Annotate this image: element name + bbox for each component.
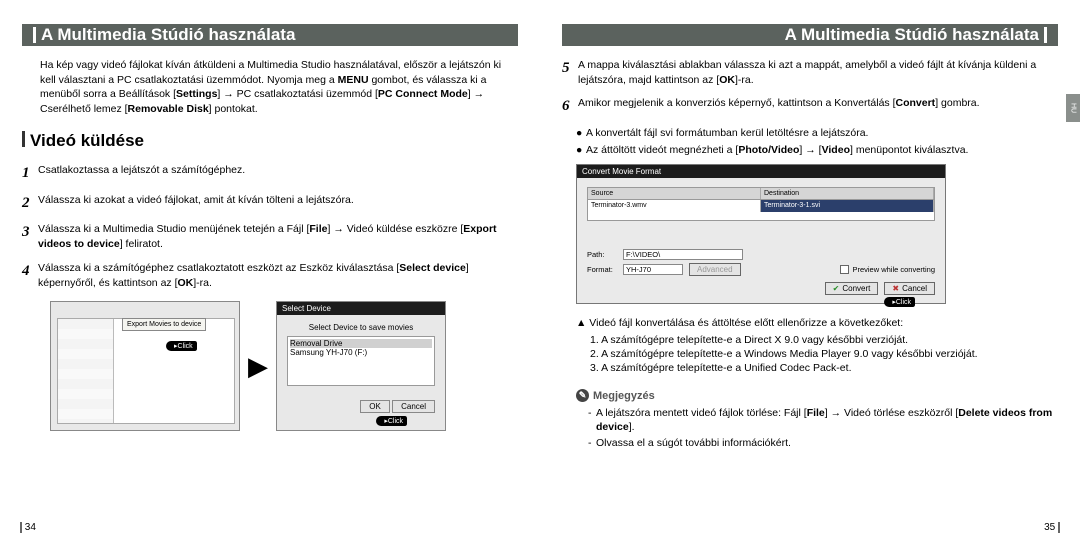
header-bar-icon bbox=[1044, 27, 1047, 43]
convert-button: ✔Convert bbox=[825, 282, 879, 295]
bullet-text: Az áttöltött videót megnézheti a [Photo/… bbox=[586, 143, 968, 158]
step-3: 3 Válassza ki a Multimedia Studio menüjé… bbox=[22, 222, 518, 252]
step-2: 2 Válassza ki azokat a videó fájlokat, a… bbox=[22, 193, 518, 215]
checklist: ▲ Videó fájl konvertálása és áttöltése e… bbox=[576, 316, 1058, 376]
manual-spread: A Multimedia Stúdió használata Ha kép va… bbox=[0, 0, 1080, 539]
col-dest: Destination bbox=[761, 188, 934, 199]
step-4: 4 Válassza ki a számítógéphez csatlakozt… bbox=[22, 261, 518, 291]
file-table: Source Destination Terminator-3.wmv Term… bbox=[587, 187, 935, 221]
step-num: 5 bbox=[562, 58, 578, 88]
step-text: Csatlakoztassa a lejátszót a számítógéph… bbox=[38, 163, 518, 185]
step-5: 5 A mappa kiválasztási ablakban válassza… bbox=[562, 58, 1058, 88]
step-num: 4 bbox=[22, 261, 38, 291]
section-title: Videó küldése bbox=[22, 131, 518, 151]
advanced-button: Advanced bbox=[689, 263, 741, 276]
right-page: A Multimedia Stúdió használata 5 A mappa… bbox=[540, 0, 1080, 539]
step-num: 6 bbox=[562, 96, 578, 118]
header-title: A Multimedia Stúdió használata bbox=[41, 25, 295, 45]
step-num: 2 bbox=[22, 193, 38, 215]
cell-source: Terminator-3.wmv bbox=[588, 200, 761, 212]
click-badge: ▸Click bbox=[166, 341, 197, 351]
cancel-button: ✖Cancel bbox=[884, 282, 935, 295]
step-text: A mappa kiválasztási ablakban válassza k… bbox=[578, 58, 1058, 88]
intro-text: Ha kép vagy videó fájlokat kíván átkülde… bbox=[40, 58, 518, 117]
checklist-title: ▲ Videó fájl konvertálása és áttöltése e… bbox=[576, 316, 1058, 330]
screenshots-row: Export Movies to device ▸Click ▶ Select … bbox=[50, 301, 518, 431]
header-bar-icon bbox=[33, 27, 36, 43]
check-line: 2. A számítógépre telepítette-e a Window… bbox=[590, 347, 1058, 361]
path-field: F:\VIDEO\ bbox=[623, 249, 743, 260]
note-line: -Olvassa el a súgót további információké… bbox=[588, 436, 1058, 450]
screenshot-2: Select Device Select Device to save movi… bbox=[276, 301, 446, 431]
screenshot-3: Convert Movie Format Source Destination … bbox=[576, 164, 946, 304]
bullet: ●A konvertált fájl svi formátumban kerül… bbox=[576, 126, 1058, 141]
device-list: Removal Drive Samsung YH-J70 (F:) bbox=[287, 336, 435, 386]
dialog-title: Convert Movie Format bbox=[577, 165, 945, 178]
list-item: Samsung YH-J70 (F:) bbox=[290, 348, 432, 357]
header-title: A Multimedia Stúdió használata bbox=[785, 25, 1039, 45]
step-1: 1 Csatlakoztassa a lejátszót a számítógé… bbox=[22, 163, 518, 185]
click-badge: ▸Click bbox=[376, 416, 407, 426]
bullet: ● Az áttöltött videót megnézheti a [Phot… bbox=[576, 143, 1058, 158]
step-text: Amikor megjelenik a konverziós képernyő,… bbox=[578, 96, 1058, 118]
note-icon: ✎ bbox=[576, 389, 589, 402]
step-6: 6 Amikor megjelenik a konverziós képerny… bbox=[562, 96, 1058, 118]
section-bar-icon bbox=[22, 131, 25, 147]
page-number-left: 34 bbox=[20, 522, 36, 533]
ok-button: OK bbox=[360, 400, 390, 413]
step-num: 1 bbox=[22, 163, 38, 185]
click-badge: ▸Click bbox=[884, 297, 915, 307]
step-text: Válassza ki a Multimedia Studio menüjéne… bbox=[38, 222, 518, 252]
step-text: Válassza ki azokat a videó fájlokat, ami… bbox=[38, 193, 518, 215]
left-page: A Multimedia Stúdió használata Ha kép va… bbox=[0, 0, 540, 539]
export-tooltip: Export Movies to device bbox=[122, 318, 206, 331]
tree-pane bbox=[58, 319, 114, 423]
bullet-text: A konvertált fájl svi formátumban kerül … bbox=[586, 126, 868, 141]
path-label: Path: bbox=[587, 250, 623, 259]
format-label: Format: bbox=[587, 265, 623, 274]
screenshot-1: Export Movies to device ▸Click bbox=[50, 301, 240, 431]
note-line: - A lejátszóra mentett videó fájlok törl… bbox=[588, 406, 1058, 434]
col-source: Source bbox=[588, 188, 761, 199]
page-number-right: 35 bbox=[1044, 522, 1060, 533]
left-header: A Multimedia Stúdió használata bbox=[22, 24, 518, 46]
check-line: 1. A számítógépre telepítette-e a Direct… bbox=[590, 333, 1058, 347]
dialog-label: Select Device to save movies bbox=[287, 323, 435, 332]
dialog-title: Select Device bbox=[277, 302, 445, 315]
arrow-right-icon: ▶ bbox=[248, 351, 268, 382]
preview-checkbox: Preview while converting bbox=[840, 265, 935, 274]
cell-dest: Terminator-3-1.svi bbox=[761, 200, 934, 212]
step-text: Válassza ki a számítógéphez csatlakoztat… bbox=[38, 261, 518, 291]
cancel-button: Cancel bbox=[392, 400, 435, 413]
list-item: Removal Drive bbox=[290, 339, 432, 348]
format-field: YH-J70 bbox=[623, 264, 683, 275]
check-line: 3. A számítógépre telepítette-e a Unifie… bbox=[590, 361, 1058, 375]
step-num: 3 bbox=[22, 222, 38, 252]
right-header: A Multimedia Stúdió használata bbox=[562, 24, 1058, 46]
note-title: ✎ Megjegyzés bbox=[576, 389, 1058, 402]
language-tab: HU bbox=[1066, 94, 1080, 122]
